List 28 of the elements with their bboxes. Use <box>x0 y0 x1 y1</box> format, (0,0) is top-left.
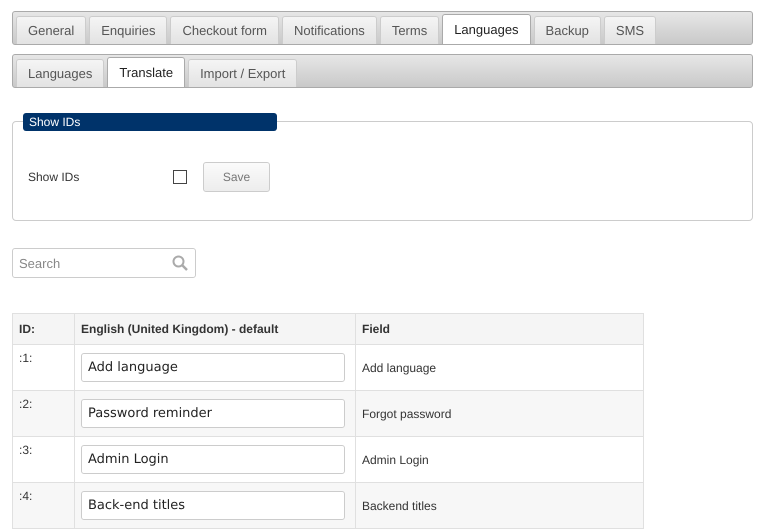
panel-title: Show IDs <box>23 113 277 131</box>
tab[interactable]: Import / Export <box>188 59 298 87</box>
column-header: ID: <box>12 314 74 344</box>
input-field[interactable]: Password reminder <box>81 399 345 428</box>
tab[interactable]: Languages <box>16 59 104 87</box>
checkbox[interactable] <box>173 170 187 184</box>
tab[interactable]: Terms <box>380 16 440 44</box>
save-button[interactable]: Save <box>203 162 270 192</box>
input-field[interactable]: Back-end titles <box>81 491 345 520</box>
table-cell: Backend titles <box>356 482 644 528</box>
input-field[interactable]: Add language <box>81 353 345 382</box>
tab[interactable]: SMS <box>604 16 656 44</box>
table-cell: :4: <box>12 482 74 528</box>
search-field[interactable]: Search <box>12 248 196 278</box>
input-field[interactable]: Admin Login <box>81 445 345 474</box>
field-label: Show IDs <box>28 170 80 184</box>
column-header: English (United Kingdom) - default <box>74 314 356 344</box>
tab[interactable]: Checkout form <box>170 16 279 44</box>
table-cell: :2: <box>12 390 74 436</box>
tab[interactable]: Backup <box>534 16 601 44</box>
column-header: Field <box>356 314 644 344</box>
tab[interactable]: Translate <box>107 57 186 87</box>
tab[interactable]: Languages <box>442 14 531 44</box>
search-icon <box>172 255 188 271</box>
table-cell: Forgot password <box>356 390 644 436</box>
tab[interactable]: Enquiries <box>89 16 168 44</box>
tab[interactable]: Notifications <box>282 16 377 44</box>
tab[interactable]: General <box>16 16 86 44</box>
